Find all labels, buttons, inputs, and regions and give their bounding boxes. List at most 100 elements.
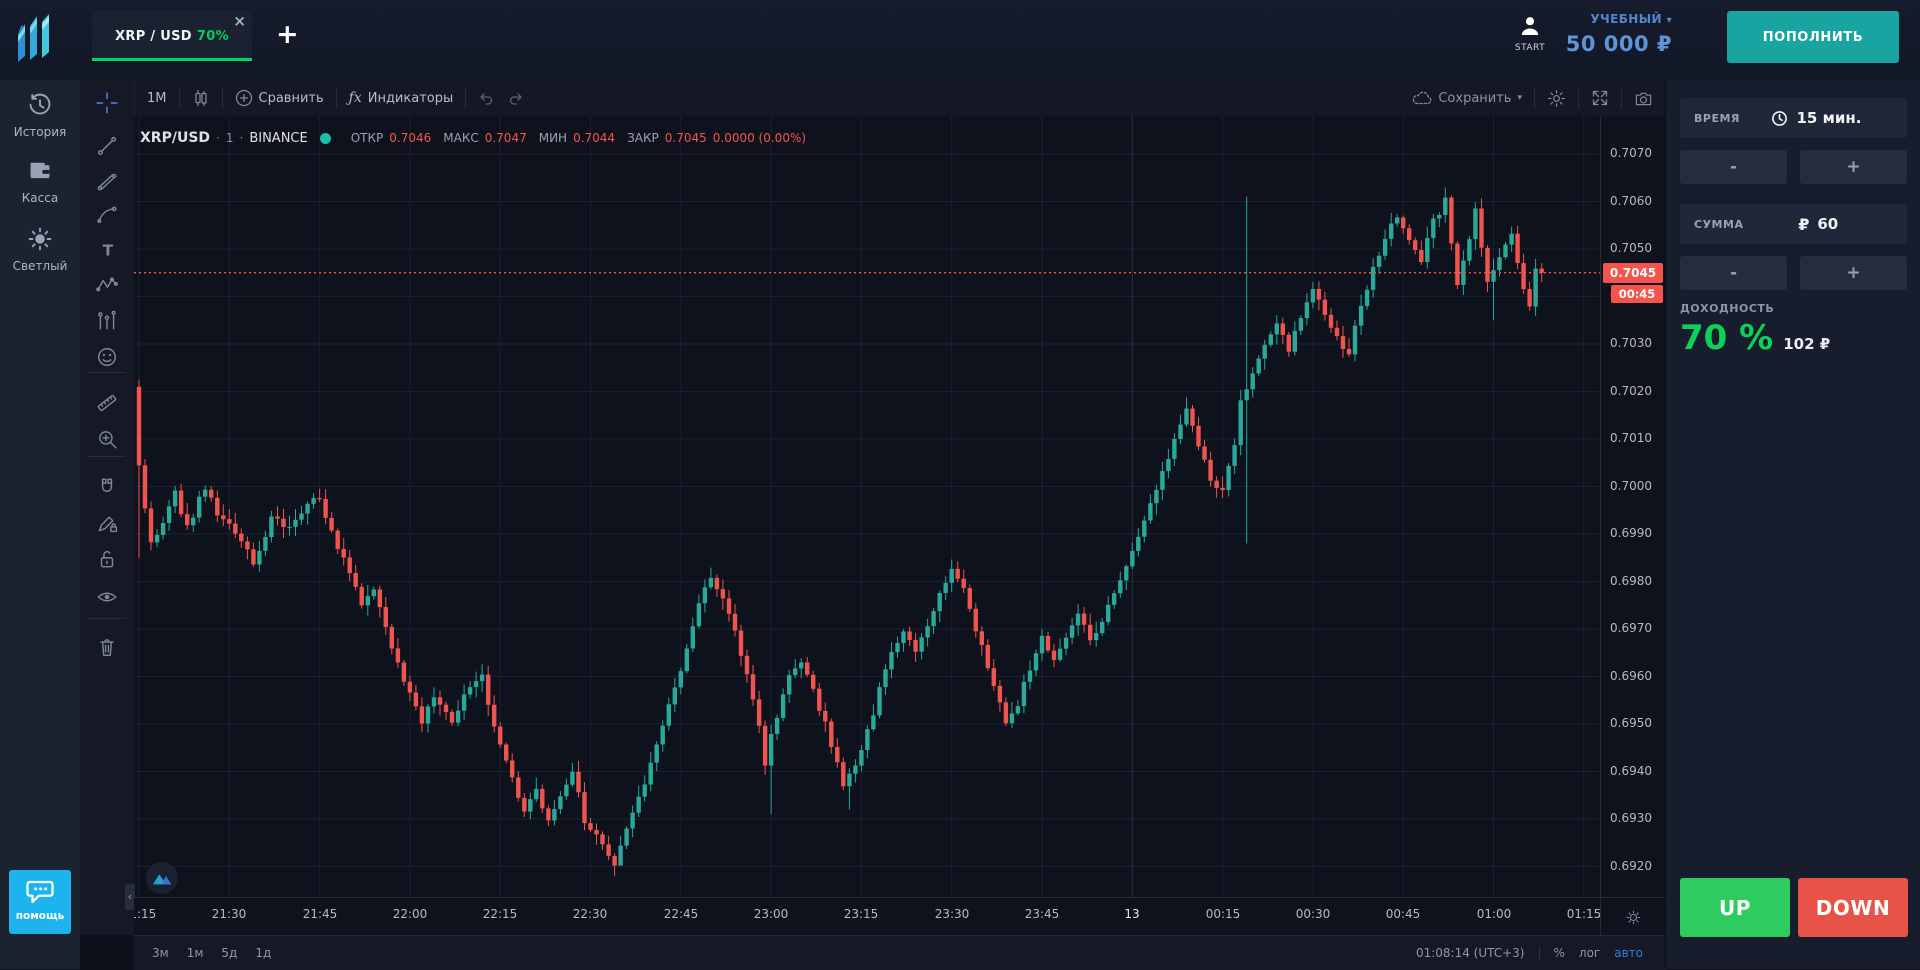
help-button[interactable]: помощь — [9, 870, 71, 934]
axis-settings-corner[interactable] — [1600, 897, 1666, 936]
price-tick: 0.7050 — [1610, 241, 1652, 255]
time-tick: 22:15 — [476, 907, 524, 921]
trading-app: × XRP / USD70% + START УЧЕБНЫЙ ▾ 50 000 … — [0, 0, 1920, 969]
sun-icon — [27, 226, 53, 252]
trend-line-icon[interactable] — [96, 135, 118, 157]
chart-type-button[interactable] — [180, 80, 222, 116]
time-plus-button[interactable]: + — [1800, 150, 1907, 184]
time-tick: 23:15 — [837, 907, 885, 921]
user-icon — [1518, 14, 1542, 38]
high-label: МАКС — [443, 131, 478, 145]
profile-label: START — [1508, 43, 1552, 53]
auto-scale-button[interactable]: авто — [1614, 946, 1643, 960]
time-tick: 01:15 — [1560, 907, 1600, 921]
trash-icon[interactable] — [96, 636, 118, 658]
sidebar-item-cashier[interactable]: Касса — [0, 158, 80, 205]
range-5d-button[interactable]: 5д — [221, 946, 237, 960]
price-axis[interactable]: 0.70700.70600.70500.70400.70300.70200.70… — [1600, 116, 1666, 897]
chevron-down-icon: ▾ — [1517, 93, 1522, 103]
text-tool-icon[interactable]: T — [96, 239, 118, 261]
log-scale-button[interactable]: лог — [1579, 946, 1600, 960]
trade-panel: ВРЕМЯ 15 мин. - + СУММА ₽ 60 - + ДОХОДНО… — [1665, 80, 1920, 969]
compare-button[interactable]: Сравнить — [223, 80, 336, 116]
open-value: 0.7046 — [389, 131, 431, 145]
time-axis[interactable]: 21:1521:3021:4522:0022:1522:3022:4523:00… — [134, 897, 1600, 936]
time-minus-button[interactable]: - — [1680, 150, 1787, 184]
time-field[interactable]: ВРЕМЯ 15 мин. — [1680, 98, 1907, 138]
fullscreen-button[interactable] — [1579, 80, 1621, 116]
add-tab-button[interactable]: + — [276, 21, 299, 48]
clock-icon — [1771, 110, 1788, 127]
gear-icon — [1547, 89, 1566, 108]
market-status-dot[interactable] — [320, 133, 331, 144]
toolbar-separator — [88, 456, 126, 457]
legend-interval: 1 — [226, 131, 234, 145]
tab-close-icon[interactable]: × — [233, 12, 246, 30]
price-tick: 0.6990 — [1610, 526, 1652, 540]
toolbar-separator — [88, 618, 126, 619]
crosshair-icon[interactable] — [96, 92, 118, 114]
percent-scale-button[interactable]: % — [1554, 946, 1565, 960]
time-tick: 22:30 — [566, 907, 614, 921]
fib-lines-icon[interactable] — [96, 170, 118, 192]
price-tick: 0.6920 — [1610, 859, 1652, 873]
chart-settings-button[interactable] — [1535, 80, 1578, 116]
amount-value: 60 — [1817, 215, 1838, 233]
payout-amount: 102 ₽ — [1783, 335, 1830, 353]
range-3m-button[interactable]: 3м — [152, 946, 169, 960]
sidebar-item-label: Светлый — [0, 259, 80, 273]
range-1m-button[interactable]: 1м — [187, 946, 204, 960]
emoji-icon[interactable] — [96, 346, 118, 368]
eye-icon[interactable] — [96, 586, 118, 608]
sidebar-item-label: История — [0, 125, 80, 139]
current-price-tag: 0.7045 — [1603, 263, 1663, 283]
brush-icon[interactable] — [96, 204, 118, 226]
xabcd-pattern-icon[interactable] — [96, 274, 118, 296]
time-tick: 23:45 — [1018, 907, 1066, 921]
forecast-icon[interactable] — [96, 310, 118, 332]
candlestick-chart[interactable] — [134, 116, 1600, 897]
sidebar-item-label: Касса — [0, 191, 80, 205]
screenshot-button[interactable] — [1622, 80, 1665, 116]
drawing-toolbar: T — [80, 80, 135, 935]
chevron-down-icon: ▾ — [1667, 15, 1672, 26]
price-tick: 0.7020 — [1610, 384, 1652, 398]
time-tick: 21:15 — [134, 907, 163, 921]
sidebar-item-theme[interactable]: Светлый — [0, 226, 80, 273]
indicators-button[interactable]: ƒx Индикаторы — [337, 80, 466, 116]
sidebar-item-history[interactable]: История — [0, 92, 80, 139]
up-button[interactable]: UP — [1680, 878, 1790, 937]
profile-button[interactable]: START — [1508, 14, 1552, 53]
app-sidebar: История Касса Светлый помощ — [0, 80, 80, 969]
save-layout-button[interactable]: Сохранить ▾ — [1400, 80, 1534, 116]
account-type-dropdown[interactable]: УЧЕБНЫЙ ▾ — [1556, 12, 1672, 26]
price-tick: 0.7010 — [1610, 431, 1652, 445]
range-1d-button[interactable]: 1д — [255, 946, 271, 960]
time-tick: 00:45 — [1379, 907, 1427, 921]
amount-minus-button[interactable]: - — [1680, 256, 1787, 290]
clock-utc[interactable]: 01:08:14 (UTC+3) — [1416, 946, 1525, 960]
amount-field[interactable]: СУММА ₽ 60 — [1680, 204, 1907, 244]
axis-settings-icon — [1625, 909, 1642, 926]
mountain-logo-icon — [152, 870, 172, 886]
lock-icon[interactable] — [96, 548, 118, 570]
chart-canvas — [134, 116, 1600, 897]
amount-plus-button[interactable]: + — [1800, 256, 1907, 290]
undo-button[interactable] — [466, 80, 506, 116]
zoom-in-icon[interactable] — [96, 428, 118, 450]
interval-button[interactable]: 1М — [135, 80, 179, 116]
asset-tab[interactable]: × XRP / USD70% — [92, 10, 252, 61]
close-value: 0.7045 — [665, 131, 707, 145]
ruler-icon[interactable] — [96, 392, 118, 414]
down-button[interactable]: DOWN — [1798, 878, 1908, 937]
app-logo-icon — [16, 12, 60, 66]
draw-lock-icon[interactable] — [96, 512, 118, 534]
deposit-button[interactable]: ПОПОЛНИТЬ — [1727, 11, 1899, 63]
price-tick: 0.7030 — [1610, 336, 1652, 350]
magnet-icon[interactable] — [96, 476, 118, 498]
tab-active-underline — [92, 58, 252, 61]
change-value: 0.0000 (0.00%) — [713, 131, 806, 145]
legend-symbol[interactable]: XRP/USD — [140, 130, 210, 146]
legend-separator: · — [216, 131, 220, 145]
redo-button[interactable] — [506, 80, 536, 116]
